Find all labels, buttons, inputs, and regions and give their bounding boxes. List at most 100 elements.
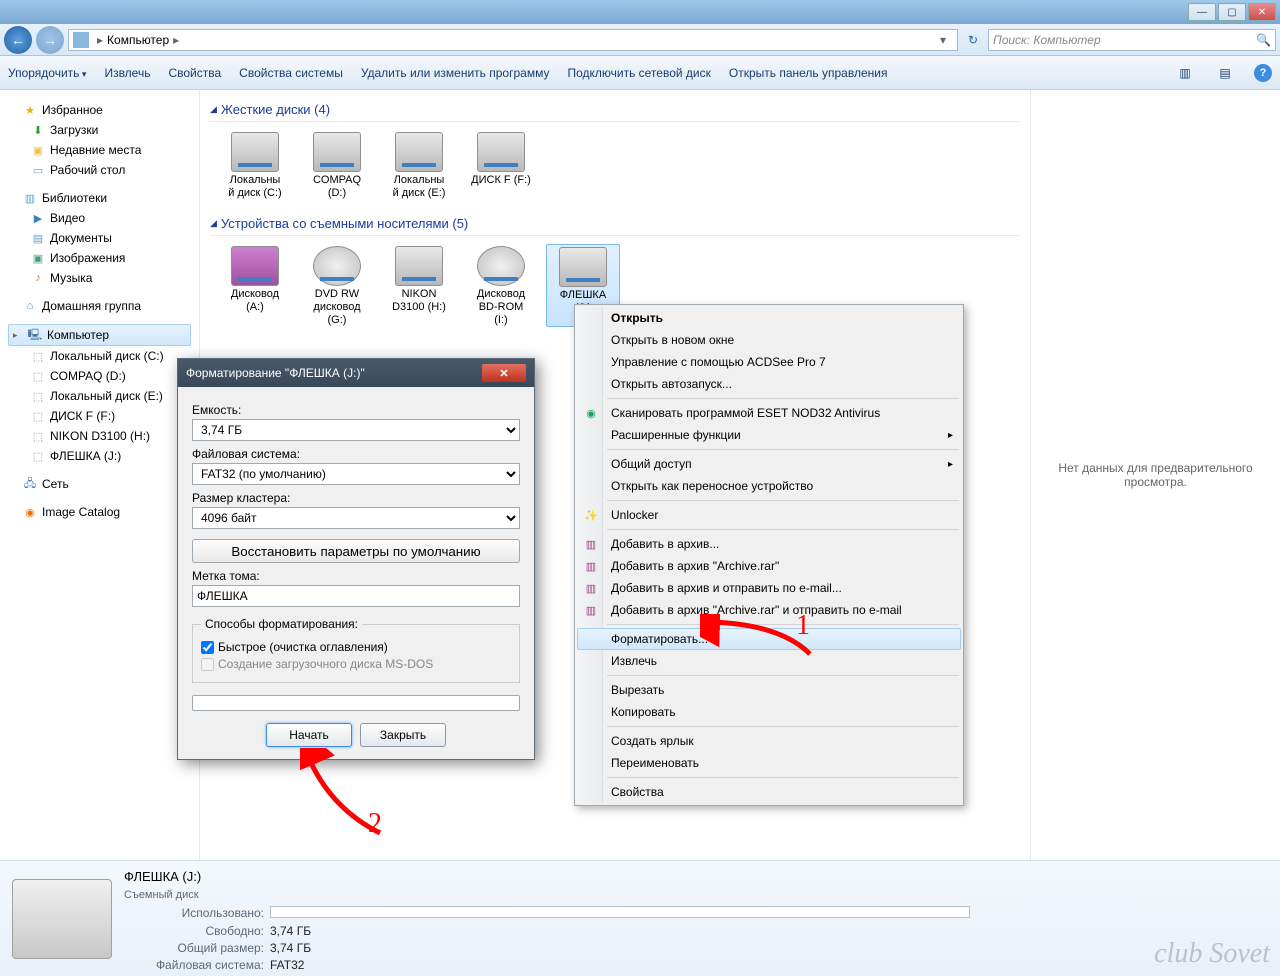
libraries-header[interactable]: ▥Библиотеки xyxy=(8,188,191,208)
drive-large-icon xyxy=(12,879,112,959)
start-button[interactable]: Начать xyxy=(266,723,352,747)
map-drive-button[interactable]: Подключить сетевой диск xyxy=(567,66,710,80)
computer-icon xyxy=(73,32,89,48)
ctx-advanced[interactable]: Расширенные функции xyxy=(577,424,961,446)
navigation-sidebar: ★Избранное ⬇Загрузки ▣Недавние места ▭Ра… xyxy=(0,90,200,860)
sidebar-item-recent[interactable]: ▣Недавние места xyxy=(8,140,191,160)
volume-label-label: Метка тома: xyxy=(192,569,520,583)
system-properties-button[interactable]: Свойства системы xyxy=(239,66,343,80)
ctx-rar-email[interactable]: ▥Добавить в архив и отправить по e-mail.… xyxy=(577,577,961,599)
details-pane: ФЛЕШКА (J:) Съемный диск Использовано: С… xyxy=(0,860,1280,976)
close-button[interactable]: ✕ xyxy=(1248,3,1276,21)
properties-button[interactable]: Свойства xyxy=(168,66,221,80)
extract-button[interactable]: Извлечь xyxy=(104,66,150,80)
ctx-open-new-window[interactable]: Открыть в новом окне xyxy=(577,329,961,351)
drive-tile-e[interactable]: Локальный диск (E:) xyxy=(382,130,456,200)
network-header[interactable]: 🖧Сеть xyxy=(8,474,191,494)
sidebar-item-music[interactable]: ♪Музыка xyxy=(8,268,191,288)
sidebar-item-videos[interactable]: ▶Видео xyxy=(8,208,191,228)
ctx-autorun[interactable]: Открыть автозапуск... xyxy=(577,373,961,395)
favorites-header[interactable]: ★Избранное xyxy=(8,100,191,120)
usage-bar xyxy=(270,906,970,918)
group-removable[interactable]: ◢Устройства со съемными носителями (5) xyxy=(210,212,1020,236)
image-catalog-header[interactable]: ◉Image Catalog xyxy=(8,502,191,522)
filesystem-label: Файловая система: xyxy=(192,447,520,461)
homegroup-header[interactable]: ⌂Домашняя группа xyxy=(8,296,191,316)
ctx-acdsee[interactable]: Управление с помощью ACDSee Pro 7 xyxy=(577,351,961,373)
drive-tile-c[interactable]: Локальный диск (C:) xyxy=(218,130,292,200)
ctx-rename[interactable]: Переименовать xyxy=(577,752,961,774)
rar-icon: ▥ xyxy=(583,536,599,552)
sidebar-item-documents[interactable]: ▤Документы xyxy=(8,228,191,248)
sidebar-item-pictures[interactable]: ▣Изображения xyxy=(8,248,191,268)
search-input[interactable]: Поиск: Компьютер 🔍 xyxy=(988,29,1276,51)
drive-tile-d[interactable]: COMPAQ(D:) xyxy=(300,130,374,200)
rar-icon: ▥ xyxy=(583,580,599,596)
drive-tile-h[interactable]: NIKOND3100 (H:) xyxy=(382,244,456,327)
change-view-button[interactable]: ▥ xyxy=(1174,62,1196,84)
drive-tile-g[interactable]: DVD RWдисковод(G:) xyxy=(300,244,374,327)
msdos-boot-checkbox: Создание загрузочного диска MS-DOS xyxy=(201,657,511,671)
window-titlebar: — ▢ ✕ xyxy=(0,0,1280,24)
format-progress-bar xyxy=(192,695,520,711)
ctx-properties[interactable]: Свойства xyxy=(577,781,961,803)
ctx-format[interactable]: Форматировать... xyxy=(577,628,961,650)
ctx-create-shortcut[interactable]: Создать ярлык xyxy=(577,730,961,752)
search-placeholder: Поиск: Компьютер xyxy=(993,33,1101,47)
preview-pane: Нет данных для предварительного просмотр… xyxy=(1030,90,1280,860)
sidebar-item-drive-d[interactable]: ⬚COMPAQ (D:) xyxy=(8,366,191,386)
rar-icon: ▥ xyxy=(583,558,599,574)
drive-tile-i[interactable]: ДисководBD-ROM(I:) xyxy=(464,244,538,327)
ctx-copy[interactable]: Копировать xyxy=(577,701,961,723)
maximize-button[interactable]: ▢ xyxy=(1218,3,1246,21)
group-hard-drives[interactable]: ◢Жесткие диски (4) xyxy=(210,98,1020,122)
ctx-rar-add[interactable]: ▥Добавить в архив... xyxy=(577,533,961,555)
help-button[interactable]: ? xyxy=(1254,64,1272,82)
drive-tile-f[interactable]: ДИСК F (F:) xyxy=(464,130,538,200)
control-panel-button[interactable]: Открыть панель управления xyxy=(729,66,888,80)
details-subtitle: Съемный диск xyxy=(124,889,970,901)
forward-button[interactable]: → xyxy=(36,26,64,54)
cluster-select[interactable]: 4096 байт xyxy=(192,507,520,529)
capacity-select[interactable]: 3,74 ГБ xyxy=(192,419,520,441)
ctx-open[interactable]: Открыть xyxy=(577,307,961,329)
computer-header[interactable]: ▸🖳Компьютер xyxy=(8,324,191,346)
uninstall-button[interactable]: Удалить или изменить программу xyxy=(361,66,550,80)
organize-menu[interactable]: Упорядочить xyxy=(8,66,86,80)
format-dialog: Форматирование "ФЛЕШКА (J:)" ✕ Емкость: … xyxy=(177,358,535,760)
sidebar-item-drive-c[interactable]: ⬚Локальный диск (C:) xyxy=(8,346,191,366)
sidebar-item-drive-e[interactable]: ⬚Локальный диск (E:) xyxy=(8,386,191,406)
minimize-button[interactable]: — xyxy=(1188,3,1216,21)
ctx-share[interactable]: Общий доступ xyxy=(577,453,961,475)
sidebar-item-downloads[interactable]: ⬇Загрузки xyxy=(8,120,191,140)
drive-tile-a[interactable]: Дисковод(A:) xyxy=(218,244,292,327)
volume-label-input[interactable] xyxy=(192,585,520,607)
ctx-eset-scan[interactable]: ◉Сканировать программой ESET NOD32 Antiv… xyxy=(577,402,961,424)
dialog-titlebar[interactable]: Форматирование "ФЛЕШКА (J:)" ✕ xyxy=(178,359,534,387)
sidebar-item-desktop[interactable]: ▭Рабочий стол xyxy=(8,160,191,180)
ctx-portable[interactable]: Открыть как переносное устройство xyxy=(577,475,961,497)
ctx-rar-add-named[interactable]: ▥Добавить в архив "Archive.rar" xyxy=(577,555,961,577)
cluster-label: Размер кластера: xyxy=(192,491,520,505)
breadcrumb[interactable]: ▸ Компьютер ▸ ▾ xyxy=(68,29,958,51)
breadcrumb-item[interactable]: Компьютер xyxy=(107,33,169,47)
dialog-close-button[interactable]: ✕ xyxy=(482,364,526,382)
ctx-unlocker[interactable]: ✨Unlocker xyxy=(577,504,961,526)
close-dialog-button[interactable]: Закрыть xyxy=(360,723,446,747)
ctx-eject[interactable]: Извлечь xyxy=(577,650,961,672)
refresh-button[interactable]: ↻ xyxy=(962,29,984,51)
context-menu: Открыть Открыть в новом окне Управление … xyxy=(574,304,964,806)
back-button[interactable]: ← xyxy=(4,26,32,54)
ctx-cut[interactable]: Вырезать xyxy=(577,679,961,701)
preview-text: Нет данных для предварительного просмотр… xyxy=(1041,461,1270,489)
sidebar-item-drive-f[interactable]: ⬚ДИСК F (F:) xyxy=(8,406,191,426)
filesystem-select[interactable]: FAT32 (по умолчанию) xyxy=(192,463,520,485)
toolbar: Упорядочить Извлечь Свойства Свойства си… xyxy=(0,56,1280,90)
sidebar-item-drive-h[interactable]: ⬚NIKON D3100 (H:) xyxy=(8,426,191,446)
ctx-rar-named-email[interactable]: ▥Добавить в архив "Archive.rar" и отправ… xyxy=(577,599,961,621)
preview-pane-button[interactable]: ▤ xyxy=(1214,62,1236,84)
restore-defaults-button[interactable]: Восстановить параметры по умолчанию xyxy=(192,539,520,563)
sidebar-item-drive-j[interactable]: ⬚ФЛЕШКА (J:) xyxy=(8,446,191,466)
quick-format-checkbox[interactable]: Быстрое (очистка оглавления) xyxy=(201,640,511,654)
navigation-bar: ← → ▸ Компьютер ▸ ▾ ↻ Поиск: Компьютер 🔍 xyxy=(0,24,1280,56)
